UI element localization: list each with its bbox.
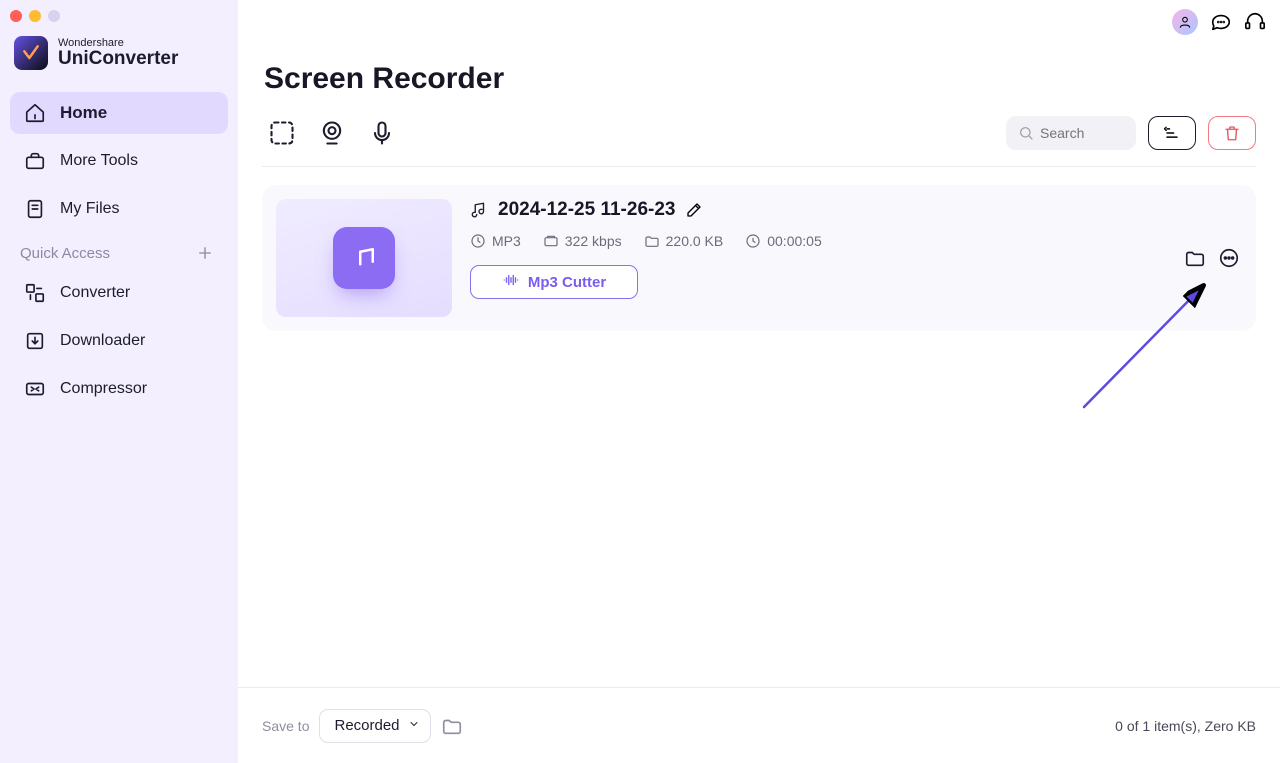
footer: Save to Recorded 0 of 1 item(s), Zero KB [238, 687, 1280, 763]
save-to-select[interactable]: Recorded [319, 709, 430, 743]
feedback-icon[interactable] [1210, 11, 1232, 33]
nav-home[interactable]: Home [10, 92, 228, 134]
file-bitrate: 322 kbps [565, 233, 622, 249]
rename-icon[interactable] [685, 201, 703, 219]
music-note-icon [470, 201, 488, 219]
brand: Wondershare UniConverter [10, 36, 228, 92]
nav-label: More Tools [60, 152, 138, 170]
recorder-modes [262, 119, 396, 147]
file-format: MP3 [492, 233, 521, 249]
content: Screen Recorder [238, 38, 1280, 687]
brand-subtitle: Wondershare [58, 37, 178, 49]
status-text: 0 of 1 item(s), Zero KB [1115, 718, 1256, 734]
chevron-down-icon [408, 717, 420, 734]
search-icon [1018, 125, 1034, 141]
more-options-icon[interactable] [1218, 247, 1240, 269]
file-thumbnail [276, 199, 452, 317]
music-file-icon [333, 227, 395, 289]
nav-label: My Files [60, 200, 120, 218]
file-actions [1184, 247, 1240, 269]
toolbar-right [1006, 116, 1256, 150]
waveform-icon [502, 271, 520, 293]
screen-record-icon[interactable] [268, 119, 296, 147]
nav-label: Compressor [60, 380, 147, 398]
nav-more-tools[interactable]: More Tools [10, 140, 228, 182]
home-icon [24, 102, 46, 124]
file-duration: 00:00:05 [767, 233, 822, 249]
toolbox-icon [24, 150, 46, 172]
save-to-label: Save to [262, 718, 309, 734]
support-icon[interactable] [1244, 11, 1266, 33]
minimize-window-icon[interactable] [29, 10, 41, 22]
add-quick-access-icon[interactable] [196, 244, 214, 262]
user-avatar[interactable] [1172, 9, 1198, 35]
file-info: 2024-12-25 11-26-23 MP3 322 kbps 220.0 K… [452, 199, 1242, 317]
window-controls [10, 8, 228, 36]
file-size: 220.0 KB [666, 233, 724, 249]
quick-access-label: Quick Access [20, 245, 110, 262]
file-meta: MP3 322 kbps 220.0 KB 00:00:05 [470, 233, 1242, 249]
format-icon [470, 233, 486, 249]
converter-icon [24, 282, 46, 304]
maximize-window-icon[interactable] [48, 10, 60, 22]
nav-converter[interactable]: Converter [10, 272, 228, 314]
bitrate-icon [543, 233, 559, 249]
app-logo-icon [14, 36, 48, 70]
nav-label: Home [60, 103, 107, 123]
files-icon [24, 198, 46, 220]
close-window-icon[interactable] [10, 10, 22, 22]
webcam-record-icon[interactable] [318, 119, 346, 147]
file-title: 2024-12-25 11-26-23 [498, 199, 675, 221]
nav-label: Downloader [60, 332, 145, 350]
cutter-label: Mp3 Cutter [528, 274, 606, 291]
download-icon [24, 330, 46, 352]
main: Screen Recorder [238, 0, 1280, 763]
duration-icon [745, 233, 761, 249]
toolbar [262, 116, 1256, 167]
nav-label: Converter [60, 284, 130, 302]
open-folder-icon[interactable] [1184, 247, 1206, 269]
file-item[interactable]: 2024-12-25 11-26-23 MP3 322 kbps 220.0 K… [262, 185, 1256, 331]
sort-button[interactable] [1148, 116, 1196, 150]
audio-record-icon[interactable] [368, 119, 396, 147]
delete-button[interactable] [1208, 116, 1256, 150]
sidebar: Wondershare UniConverter Home More Tools… [0, 0, 238, 763]
page-title: Screen Recorder [264, 62, 1256, 96]
save-to: Save to Recorded [262, 709, 463, 743]
size-icon [644, 233, 660, 249]
topbar [238, 0, 1280, 38]
search-box[interactable] [1006, 116, 1136, 150]
browse-folder-icon[interactable] [441, 715, 463, 737]
save-to-value: Recorded [334, 717, 399, 734]
nav-compressor[interactable]: Compressor [10, 368, 228, 410]
mp3-cutter-button[interactable]: Mp3 Cutter [470, 265, 638, 299]
brand-title: UniConverter [58, 49, 178, 70]
nav-downloader[interactable]: Downloader [10, 320, 228, 362]
nav-my-files[interactable]: My Files [10, 188, 228, 230]
quick-access-header: Quick Access [10, 236, 228, 272]
search-input[interactable] [1040, 125, 1110, 141]
compress-icon [24, 378, 46, 400]
